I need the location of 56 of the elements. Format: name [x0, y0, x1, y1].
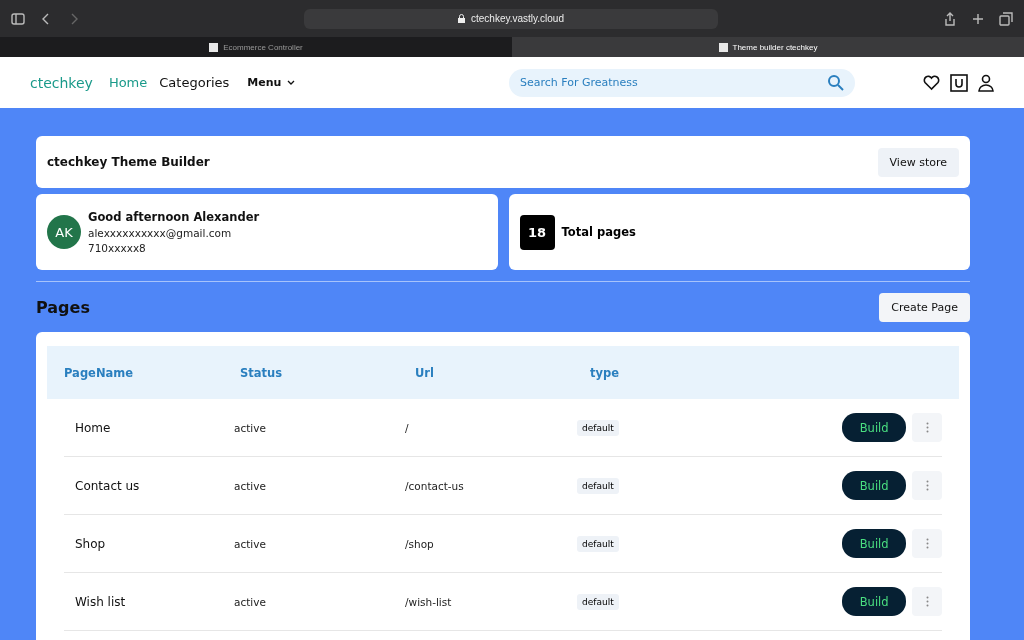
kebab-icon	[925, 480, 929, 491]
search-field[interactable]: Search For Greatness	[509, 68, 855, 97]
build-button[interactable]: Build	[842, 587, 907, 616]
nav-link[interactable]: Menu	[247, 76, 296, 89]
column-header: type	[589, 364, 621, 382]
greeting: Good afternoon Alexander	[88, 210, 260, 224]
build-button[interactable]: Build	[842, 529, 907, 558]
section-title: Pages	[36, 298, 90, 317]
avatar: AK	[47, 215, 81, 249]
user-icon[interactable]	[978, 73, 994, 92]
nav-link[interactable]: Home	[108, 75, 148, 90]
bag-icon[interactable]	[950, 73, 968, 92]
table-cell-text: Wish list	[74, 594, 127, 609]
table-cell-text: Shop	[74, 536, 107, 551]
column-header: Url	[414, 364, 435, 382]
url-text: ctechkey.vastly.cloud	[471, 13, 564, 24]
kebab-icon	[925, 596, 929, 607]
stat-label: Total pages	[561, 225, 636, 239]
tabs-icon[interactable]	[998, 10, 1014, 27]
address-bar[interactable]: ctechkey.vastly.cloud	[304, 8, 718, 29]
type-tag: default	[577, 535, 619, 552]
build-button[interactable]: Build	[842, 471, 907, 500]
kebab-icon	[925, 538, 929, 549]
column-header: PageName	[63, 364, 135, 382]
sidebar-icon[interactable]	[10, 10, 26, 27]
page-count: 18	[519, 214, 555, 250]
site-logo[interactable]: ctechkey	[30, 74, 93, 91]
table-cell-text: active	[234, 479, 267, 492]
table-cell-text: active	[234, 421, 267, 434]
card-title: ctechkey Theme Builder	[47, 155, 210, 169]
table-cell-text: active	[234, 537, 267, 550]
nav-link[interactable]: Categories	[159, 75, 230, 90]
table-cell-text: /contact-us	[405, 479, 465, 492]
browser-tab[interactable]: Ecommerce Controller	[0, 37, 512, 57]
type-tag: default	[577, 477, 619, 494]
table-cell-text: /shop	[405, 537, 435, 550]
table-cell-text: Contact us	[74, 478, 141, 493]
build-button[interactable]: Build	[842, 413, 907, 442]
user-phone: 710xxxxx8	[88, 242, 147, 254]
lock-icon	[458, 14, 465, 23]
kebab-icon	[925, 422, 929, 433]
table-cell-text: active	[234, 595, 267, 608]
table-cell-text: /wish-list	[405, 595, 453, 608]
user-email: alexxxxxxxxxx@gmail.com	[88, 227, 233, 239]
table-cell-text: /	[405, 421, 410, 434]
column-header: Status	[239, 364, 284, 382]
type-tag: default	[577, 419, 619, 436]
share-icon[interactable]	[942, 10, 958, 27]
table-cell-text: Home	[74, 420, 112, 435]
browser-tab[interactable]: Theme builder ctechkey	[512, 37, 1024, 57]
create-page-button[interactable]: Create Page	[879, 293, 970, 322]
type-tag: default	[577, 593, 619, 610]
view-store-button[interactable]: View store	[877, 147, 959, 177]
chevron-icon	[287, 79, 296, 86]
search-icon[interactable]	[827, 73, 845, 92]
heart-icon[interactable]	[923, 74, 940, 91]
